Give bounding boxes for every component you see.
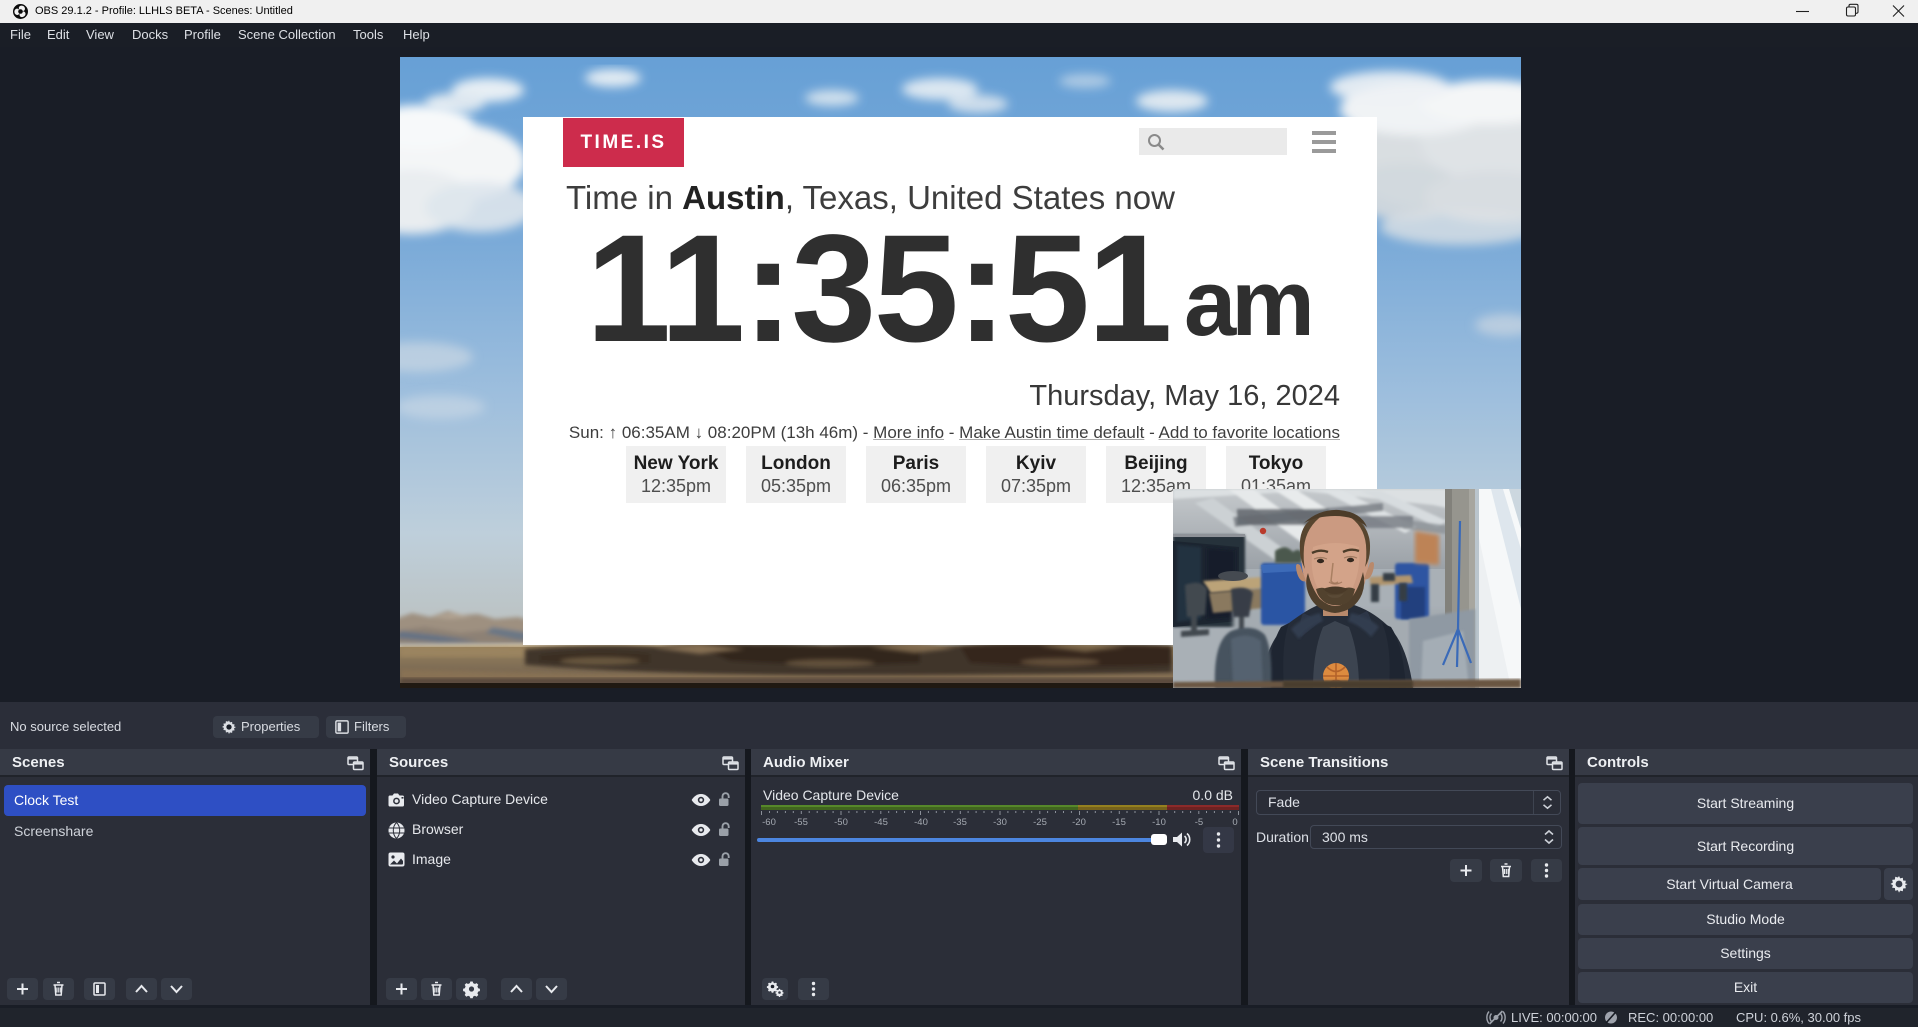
svg-text:-20: -20 [1072, 817, 1086, 827]
svg-text:-15: -15 [1112, 817, 1126, 827]
svg-text:-5: -5 [1195, 817, 1203, 827]
svg-text:-35: -35 [953, 817, 967, 827]
svg-text:0: 0 [1232, 817, 1237, 827]
svg-text:-10: -10 [1152, 817, 1166, 827]
svg-text:-40: -40 [914, 817, 928, 827]
svg-text:-30: -30 [993, 817, 1007, 827]
svg-text:-25: -25 [1033, 817, 1047, 827]
svg-text:-55: -55 [794, 817, 808, 827]
svg-text:-50: -50 [834, 817, 848, 827]
svg-text:-60: -60 [762, 817, 776, 827]
svg-text:-45: -45 [874, 817, 888, 827]
